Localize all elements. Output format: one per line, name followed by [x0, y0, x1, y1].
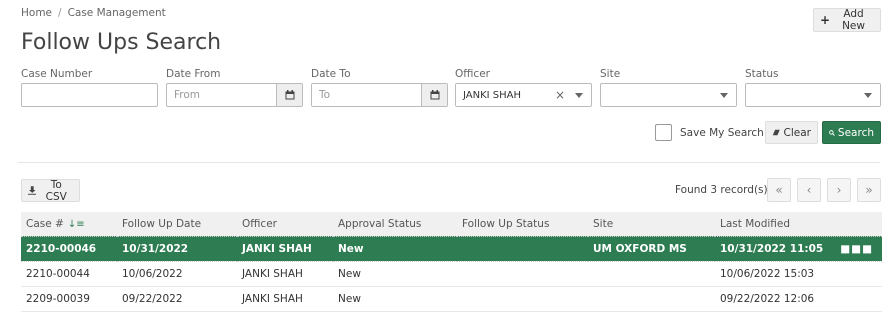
add-new-button[interactable]: + Add New: [813, 8, 881, 32]
chevron-down-icon: [864, 93, 872, 98]
site-cell: UM OXFORD MS: [588, 235, 715, 262]
follow-up-date-cell: 09/22/2022: [117, 286, 237, 312]
date-from-input[interactable]: From: [166, 83, 303, 107]
approval-status-cell: New: [333, 235, 457, 262]
chevron-down-icon: [720, 93, 728, 98]
follow-up-status-cell: [457, 261, 588, 287]
next-page-button[interactable]: ›: [827, 178, 851, 202]
officer-cell: JANKI SHAH: [237, 286, 333, 312]
breadcrumb-current[interactable]: Case Management: [68, 7, 166, 19]
column-header-follow-up-status[interactable]: Follow Up Status: [457, 212, 588, 236]
clear-button[interactable]: Clear: [765, 121, 818, 144]
officer-cell: JANKI SHAH: [237, 235, 333, 262]
site-select[interactable]: [600, 83, 737, 107]
officer-value: JANKI SHAH: [463, 89, 522, 101]
approval-status-cell: New: [333, 261, 457, 287]
column-header-officer[interactable]: Officer: [237, 212, 333, 236]
case-number-cell[interactable]: 2210-00044: [21, 261, 117, 287]
last-modified-cell: 10/31/2022 11:05 ■■■: [715, 235, 882, 262]
follow-up-status-cell: [457, 286, 588, 312]
site-cell: [588, 261, 715, 287]
sort-icon[interactable]: ↓≡: [68, 219, 85, 230]
save-my-search-checkbox[interactable]: [655, 124, 672, 141]
download-icon: [28, 186, 37, 195]
follow-up-date-cell: 10/06/2022: [117, 261, 237, 287]
more-icon[interactable]: ■■■: [840, 243, 873, 255]
section-divider: [18, 162, 880, 163]
calendar-icon: [430, 90, 439, 100]
date-to-input[interactable]: To: [311, 83, 448, 107]
first-page-button[interactable]: «: [767, 178, 791, 202]
case-number-label: Case Number: [21, 68, 93, 80]
status-label: Status: [745, 68, 779, 80]
calendar-icon: [285, 90, 294, 100]
to-csv-label: To CSV: [45, 178, 67, 203]
case-number-cell[interactable]: 2210-00046: [21, 235, 117, 262]
table-header-row: Case # ↓≡ Follow Up Date Officer Approval…: [21, 212, 882, 236]
search-icon: [829, 129, 835, 136]
previous-page-button[interactable]: ‹: [797, 178, 821, 202]
approval-status-cell: New: [333, 286, 457, 312]
date-to-calendar-button[interactable]: [421, 84, 447, 106]
breadcrumb: Home / Case Management: [21, 7, 166, 19]
record-count: Found 3 record(s): [675, 184, 768, 196]
plus-icon: +: [820, 13, 831, 27]
date-to-label: Date To: [311, 68, 351, 80]
to-csv-button[interactable]: To CSV: [21, 178, 80, 203]
clear-officer-icon[interactable]: ×: [555, 88, 565, 102]
column-header-last-modified[interactable]: Last Modified: [715, 212, 882, 236]
column-header-site[interactable]: Site: [588, 212, 715, 236]
page-title: Follow Ups Search: [21, 30, 222, 55]
column-header-follow-up-date[interactable]: Follow Up Date: [117, 212, 237, 236]
column-header-case[interactable]: Case # ↓≡: [21, 212, 117, 236]
case-number-cell[interactable]: 2209-00039: [21, 286, 117, 312]
case-number-input[interactable]: [21, 83, 158, 107]
table-row[interactable]: 2210-00044 10/06/2022 JANKI SHAH New 10/…: [21, 261, 882, 287]
search-label: Search: [837, 126, 874, 139]
last-modified-cell: 10/06/2022 15:03: [715, 261, 882, 287]
table-row[interactable]: 2210-00046 10/31/2022 JANKI SHAH New UM …: [21, 235, 882, 262]
site-label: Site: [600, 68, 621, 80]
eraser-icon: [772, 129, 780, 136]
officer-select[interactable]: JANKI SHAH ×: [455, 83, 592, 107]
table-row[interactable]: 2209-00039 09/22/2022 JANKI SHAH New 09/…: [21, 286, 882, 312]
search-button[interactable]: Search: [822, 121, 881, 144]
column-header-label: Case #: [26, 217, 64, 230]
officer-cell: JANKI SHAH: [237, 261, 333, 287]
breadcrumb-separator: /: [58, 7, 62, 19]
results-table: Case # ↓≡ Follow Up Date Officer Approval…: [21, 212, 882, 312]
date-from-placeholder: From: [174, 89, 201, 101]
breadcrumb-home[interactable]: Home: [21, 7, 52, 19]
status-select[interactable]: [745, 83, 881, 107]
column-header-approval-status[interactable]: Approval Status: [333, 212, 457, 236]
last-modified-value: 10/31/2022 11:05: [720, 242, 824, 255]
clear-label: Clear: [783, 126, 811, 139]
add-new-label: Add New: [842, 8, 865, 32]
last-page-button[interactable]: »: [857, 178, 881, 202]
site-cell: [588, 286, 715, 312]
chevron-down-icon: [575, 93, 583, 98]
last-modified-cell: 09/22/2022 12:06: [715, 286, 882, 312]
officer-label: Officer: [455, 68, 490, 80]
follow-up-date-cell: 10/31/2022: [117, 235, 237, 262]
save-my-search-label: Save My Search: [680, 127, 764, 139]
date-from-calendar-button[interactable]: [276, 84, 302, 106]
follow-up-status-cell: [457, 235, 588, 262]
date-from-label: Date From: [166, 68, 221, 80]
date-to-placeholder: To: [319, 89, 331, 101]
